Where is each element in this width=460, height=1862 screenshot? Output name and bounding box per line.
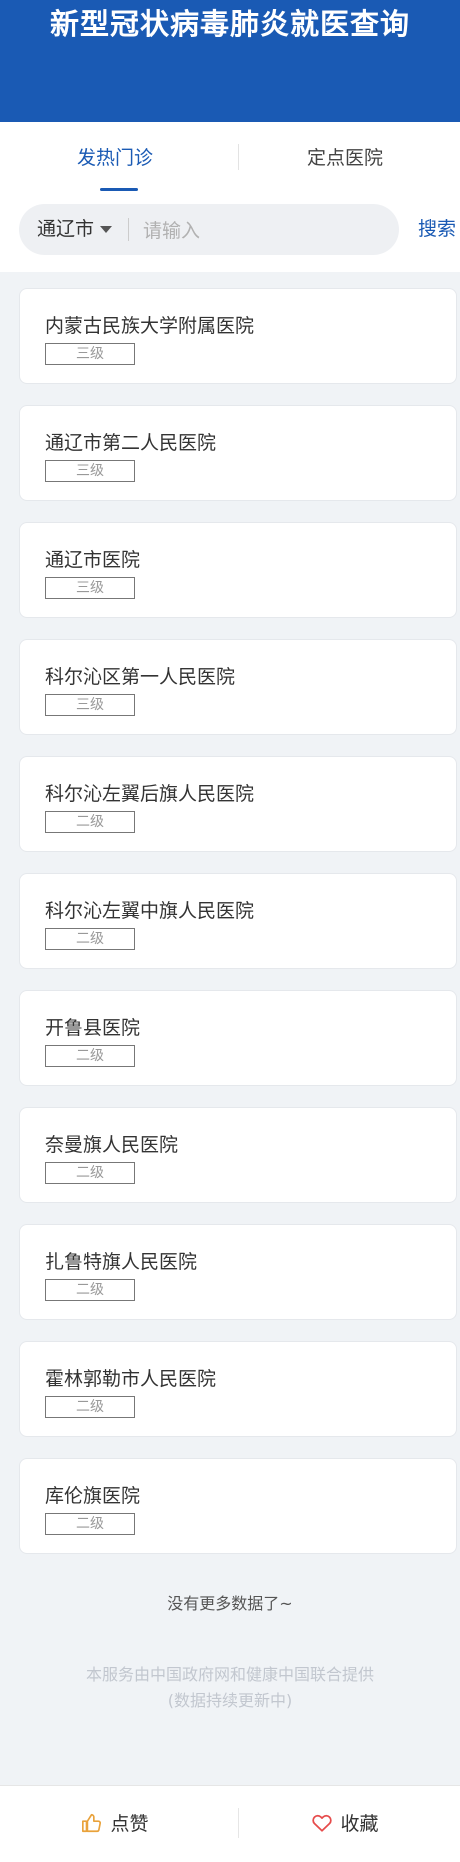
hospital-card[interactable]: 通辽市第二人民医院 三级	[19, 405, 457, 501]
hospital-level-badge: 三级	[45, 343, 135, 365]
hospital-name: 扎鲁特旗人民医院	[45, 1251, 198, 1273]
caret-down-icon	[100, 226, 113, 233]
active-tab-indicator	[100, 188, 138, 191]
hospital-level-badge: 二级	[45, 1162, 135, 1184]
credit-line-2: (数据持续更新中)	[167, 1691, 293, 1710]
hospital-name: 科尔沁区第一人民医院	[45, 666, 236, 688]
heart-icon	[312, 1814, 333, 1832]
hospital-level-badge: 二级	[45, 1279, 135, 1301]
bottom-action-bar: 点赞 收藏	[0, 1785, 460, 1862]
hospital-level-badge: 二级	[45, 928, 135, 950]
favorite-label: 收藏	[340, 1813, 379, 1835]
city-select[interactable]: 通辽市	[37, 204, 113, 255]
hospital-card[interactable]: 通辽市医院 三级	[19, 522, 457, 618]
hospital-level-badge: 二级	[45, 1513, 135, 1535]
hospital-card[interactable]: 奈曼旗人民医院 二级	[19, 1107, 457, 1203]
hospital-card[interactable]: 开鲁县医院 二级	[19, 990, 457, 1086]
hospital-card[interactable]: 扎鲁特旗人民医院 二级	[19, 1224, 457, 1320]
hospital-card[interactable]: 库伦旗医院 二级	[19, 1458, 457, 1554]
hospital-name: 库伦旗医院	[45, 1485, 141, 1507]
page-title: 新型冠状病毒肺炎就医查询	[49, 7, 410, 41]
city-select-value: 通辽市	[37, 218, 95, 240]
hospital-name: 科尔沁左翼中旗人民医院	[45, 900, 255, 922]
thumbs-up-icon	[82, 1813, 102, 1833]
hospital-name: 开鲁县医院	[45, 1017, 141, 1039]
favorite-button[interactable]: 收藏	[230, 1786, 460, 1862]
tab-bar: 发热门诊 定点医院	[0, 122, 460, 192]
hospital-level-badge: 二级	[45, 811, 135, 833]
header: 新型冠状病毒肺炎就医查询	[0, 0, 460, 122]
hospital-level-badge: 三级	[45, 460, 135, 482]
search-separator	[128, 218, 129, 241]
hospital-level-badge: 二级	[45, 1396, 135, 1418]
search-button[interactable]: 搜索	[418, 204, 456, 255]
hospital-name: 通辽市医院	[45, 549, 141, 571]
hospital-name: 科尔沁左翼后旗人民医院	[45, 783, 255, 805]
like-button[interactable]: 点赞	[0, 1786, 230, 1862]
search-box: 通辽市	[19, 204, 399, 255]
hospital-level-badge: 二级	[45, 1045, 135, 1067]
hospital-name: 内蒙古民族大学附属医院	[45, 315, 255, 337]
hospital-card[interactable]: 科尔沁区第一人民医院 三级	[19, 639, 457, 735]
like-label: 点赞	[110, 1813, 149, 1835]
credit-line-1: 本服务由中国政府网和健康中国联合提供	[85, 1665, 374, 1684]
hospital-card[interactable]: 科尔沁左翼中旗人民医院 二级	[19, 873, 457, 969]
credit-text: 本服务由中国政府网和健康中国联合提供 (数据持续更新中)	[0, 1662, 460, 1714]
hospital-name: 霍林郭勒市人民医院	[45, 1368, 217, 1390]
hospital-name: 通辽市第二人民医院	[45, 432, 217, 454]
hospital-card[interactable]: 内蒙古民族大学附属医院 三级	[19, 288, 457, 384]
hospital-level-badge: 三级	[45, 694, 135, 716]
hospital-level-badge: 三级	[45, 577, 135, 599]
hospital-card[interactable]: 科尔沁左翼后旗人民医院 二级	[19, 756, 457, 852]
hospital-card[interactable]: 霍林郭勒市人民医院 二级	[19, 1341, 457, 1437]
tab-designated-hospital[interactable]: 定点医院	[230, 122, 460, 192]
no-more-data-text: 没有更多数据了~	[167, 1594, 293, 1613]
tab-fever-clinic[interactable]: 发热门诊	[0, 122, 230, 192]
search-bar: 通辽市 搜索	[0, 192, 460, 272]
hospital-name: 奈曼旗人民医院	[45, 1134, 179, 1156]
search-input[interactable]	[141, 212, 395, 249]
